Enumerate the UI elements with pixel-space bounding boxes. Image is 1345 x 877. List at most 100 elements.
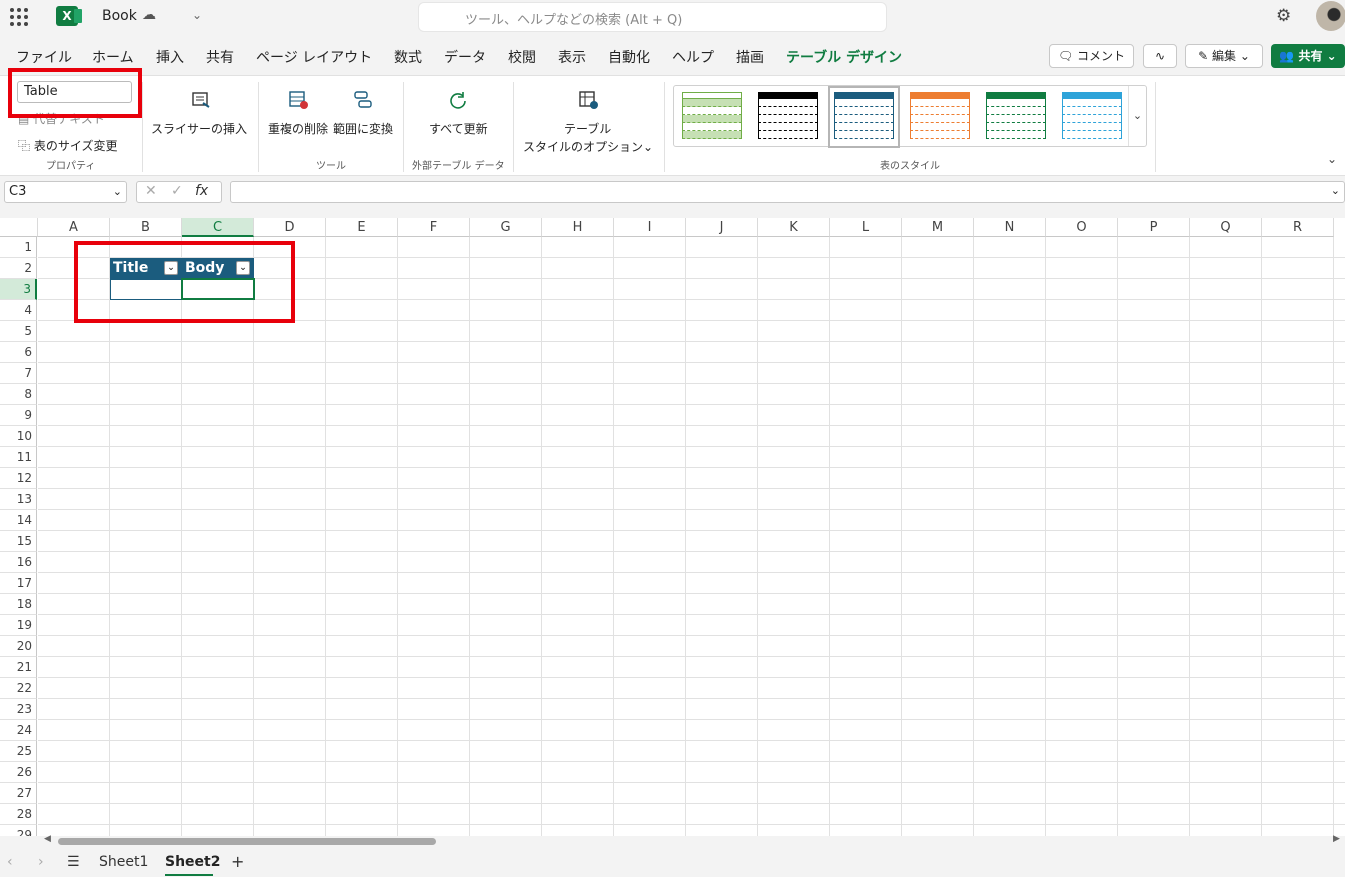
- row-header[interactable]: 21: [0, 657, 37, 678]
- table-style-black[interactable]: [758, 92, 818, 142]
- column-header[interactable]: J: [686, 218, 758, 237]
- column-header[interactable]: A: [38, 218, 110, 237]
- search-input[interactable]: ツール、ヘルプなどの検索 (Alt + Q): [418, 2, 887, 32]
- row-header[interactable]: 24: [0, 720, 37, 741]
- tab-insert[interactable]: 挿入: [156, 47, 184, 67]
- row-header[interactable]: 9: [0, 405, 37, 426]
- row-header[interactable]: 11: [0, 447, 37, 468]
- refresh-all-button[interactable]: すべて更新: [429, 120, 488, 137]
- tab-page-layout[interactable]: ページ レイアウト: [256, 47, 372, 67]
- sheet-tab-sheet2[interactable]: Sheet2: [165, 854, 220, 870]
- row-header[interactable]: 16: [0, 552, 37, 573]
- row-header[interactable]: 19: [0, 615, 37, 636]
- column-header[interactable]: E: [326, 218, 398, 237]
- scroll-right-icon[interactable]: ▶: [1333, 834, 1340, 844]
- row-header[interactable]: 28: [0, 804, 37, 825]
- row-header[interactable]: 4: [0, 300, 37, 321]
- row-header[interactable]: 15: [0, 531, 37, 552]
- share-button[interactable]: 👥 共有 ⌄: [1271, 44, 1345, 68]
- row-header[interactable]: 20: [0, 636, 37, 657]
- tab-automate[interactable]: 自動化: [608, 47, 650, 67]
- row-header[interactable]: 27: [0, 783, 37, 804]
- row-header[interactable]: 2: [0, 258, 37, 279]
- tab-view[interactable]: 表示: [558, 47, 586, 67]
- row-header[interactable]: 14: [0, 510, 37, 531]
- table-style-dark-blue[interactable]: [828, 86, 900, 148]
- insert-function-icon[interactable]: fx: [195, 183, 208, 199]
- style-options-line1[interactable]: テーブル: [564, 120, 611, 137]
- column-header[interactable]: I: [614, 218, 686, 237]
- expand-formula-icon[interactable]: ⌄: [1331, 184, 1340, 197]
- edit-mode-button[interactable]: ✎ 編集 ⌄: [1185, 44, 1263, 68]
- remove-duplicates-button[interactable]: 重複の削除: [268, 120, 328, 137]
- catch-up-button[interactable]: ∿: [1143, 44, 1177, 68]
- column-header[interactable]: R: [1262, 218, 1334, 237]
- column-header[interactable]: F: [398, 218, 470, 237]
- prev-sheet-icon[interactable]: ‹: [7, 854, 13, 870]
- row-header[interactable]: 23: [0, 699, 37, 720]
- table-style-light-blue[interactable]: [1062, 92, 1122, 142]
- row-header[interactable]: 7: [0, 363, 37, 384]
- chevron-down-icon[interactable]: ⌄: [192, 8, 202, 22]
- tab-file[interactable]: ファイル: [16, 47, 72, 67]
- row-header[interactable]: 25: [0, 741, 37, 762]
- column-header[interactable]: O: [1046, 218, 1118, 237]
- select-all-corner[interactable]: [0, 218, 38, 237]
- table-style-orange[interactable]: [910, 92, 970, 142]
- row-header[interactable]: 5: [0, 321, 37, 342]
- row-header[interactable]: 18: [0, 594, 37, 615]
- name-box[interactable]: C3 ⌄: [4, 181, 127, 203]
- row-header[interactable]: 13: [0, 489, 37, 510]
- tab-review[interactable]: 校閲: [508, 47, 536, 67]
- add-sheet-icon[interactable]: +: [231, 852, 244, 871]
- tab-home[interactable]: ホーム: [92, 47, 134, 67]
- row-header[interactable]: 8: [0, 384, 37, 405]
- row-header[interactable]: 3: [0, 279, 37, 300]
- column-header[interactable]: C: [182, 218, 254, 237]
- row-header[interactable]: 1: [0, 237, 37, 258]
- avatar[interactable]: [1316, 1, 1345, 31]
- enter-icon[interactable]: ✓: [171, 183, 183, 199]
- style-options-button[interactable]: スタイルのオプション⌄: [523, 138, 653, 155]
- column-header[interactable]: D: [254, 218, 326, 237]
- column-header[interactable]: M: [902, 218, 974, 237]
- column-header[interactable]: L: [830, 218, 902, 237]
- row-header[interactable]: 22: [0, 678, 37, 699]
- row-header[interactable]: 12: [0, 468, 37, 489]
- sheet-tab-sheet1[interactable]: Sheet1: [99, 854, 148, 870]
- cells-area[interactable]: [38, 237, 1345, 838]
- app-launcher-icon[interactable]: [10, 8, 28, 26]
- more-styles-button[interactable]: ⌄: [1128, 86, 1146, 146]
- column-header[interactable]: G: [470, 218, 542, 237]
- row-header[interactable]: 6: [0, 342, 37, 363]
- horizontal-scrollbar[interactable]: ◀ ▶: [0, 834, 1345, 848]
- row-header[interactable]: 10: [0, 426, 37, 447]
- tab-table-design[interactable]: テーブル デザイン: [786, 47, 902, 67]
- column-header[interactable]: P: [1118, 218, 1190, 237]
- scroll-left-icon[interactable]: ◀: [44, 834, 51, 844]
- comment-button[interactable]: 🗨 コメント: [1049, 44, 1134, 68]
- formula-input[interactable]: ⌄: [230, 181, 1345, 203]
- tab-formulas[interactable]: 数式: [394, 47, 422, 67]
- column-header[interactable]: K: [758, 218, 830, 237]
- table-style-green[interactable]: [986, 92, 1046, 142]
- cancel-icon[interactable]: ✕: [145, 183, 157, 199]
- tab-draw[interactable]: 描画: [736, 47, 764, 67]
- row-header[interactable]: 17: [0, 573, 37, 594]
- table-style-light-green[interactable]: [682, 92, 742, 142]
- column-header[interactable]: Q: [1190, 218, 1262, 237]
- column-header[interactable]: B: [110, 218, 182, 237]
- column-header[interactable]: N: [974, 218, 1046, 237]
- scrollbar-thumb[interactable]: [58, 838, 436, 845]
- resize-table-button[interactable]: ⿻ 表のサイズ変更: [18, 137, 117, 154]
- insert-slicer-button[interactable]: スライサーの挿入: [151, 120, 247, 137]
- next-sheet-icon[interactable]: ›: [38, 854, 44, 870]
- workbook-title[interactable]: Book: [102, 8, 137, 24]
- tab-data[interactable]: データ: [444, 47, 486, 67]
- gear-icon[interactable]: ⚙: [1276, 6, 1291, 26]
- collapse-ribbon-icon[interactable]: ⌄: [1327, 152, 1337, 166]
- tab-help[interactable]: ヘルプ: [672, 47, 714, 67]
- all-sheets-menu-icon[interactable]: ☰: [67, 854, 80, 870]
- row-header[interactable]: 26: [0, 762, 37, 783]
- tab-share[interactable]: 共有: [206, 47, 234, 67]
